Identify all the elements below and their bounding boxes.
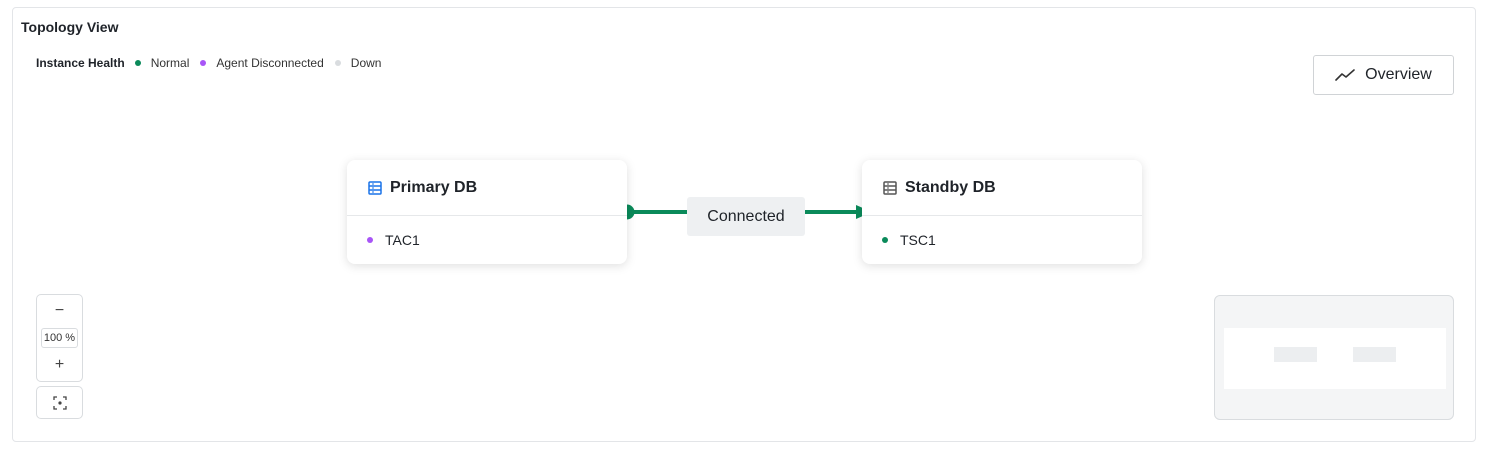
zoom-out-button[interactable]: − [37, 298, 82, 324]
fit-view-button[interactable] [36, 386, 83, 419]
node-title: Standby DB [905, 178, 996, 196]
minimap-viewport[interactable] [1224, 328, 1446, 389]
instance-row[interactable]: TAC1 [347, 216, 627, 264]
instance-status-dot [367, 237, 373, 243]
minimap-node-standby [1353, 347, 1396, 362]
zoom-controls: − 100 % + [36, 294, 83, 382]
standby-db-node[interactable]: Standby DB TSC1 [862, 160, 1142, 264]
node-title: Primary DB [390, 178, 478, 196]
node-header: Primary DB [347, 160, 627, 216]
instance-status-dot [882, 237, 888, 243]
instance-name: TSC1 [900, 232, 936, 248]
zoom-in-button[interactable]: + [37, 352, 82, 378]
database-icon [368, 180, 382, 195]
instance-name: TAC1 [385, 232, 420, 248]
edge-label[interactable]: Connected [687, 197, 805, 236]
primary-db-node[interactable]: Primary DB TAC1 [347, 160, 627, 264]
instance-row[interactable]: TSC1 [862, 216, 1142, 264]
minimap-node-primary [1274, 347, 1317, 362]
database-icon [883, 180, 897, 195]
zoom-level-display: 100 % [41, 328, 78, 348]
minimap[interactable] [1214, 295, 1454, 420]
node-header: Standby DB [862, 160, 1142, 216]
fit-view-icon [52, 395, 67, 410]
